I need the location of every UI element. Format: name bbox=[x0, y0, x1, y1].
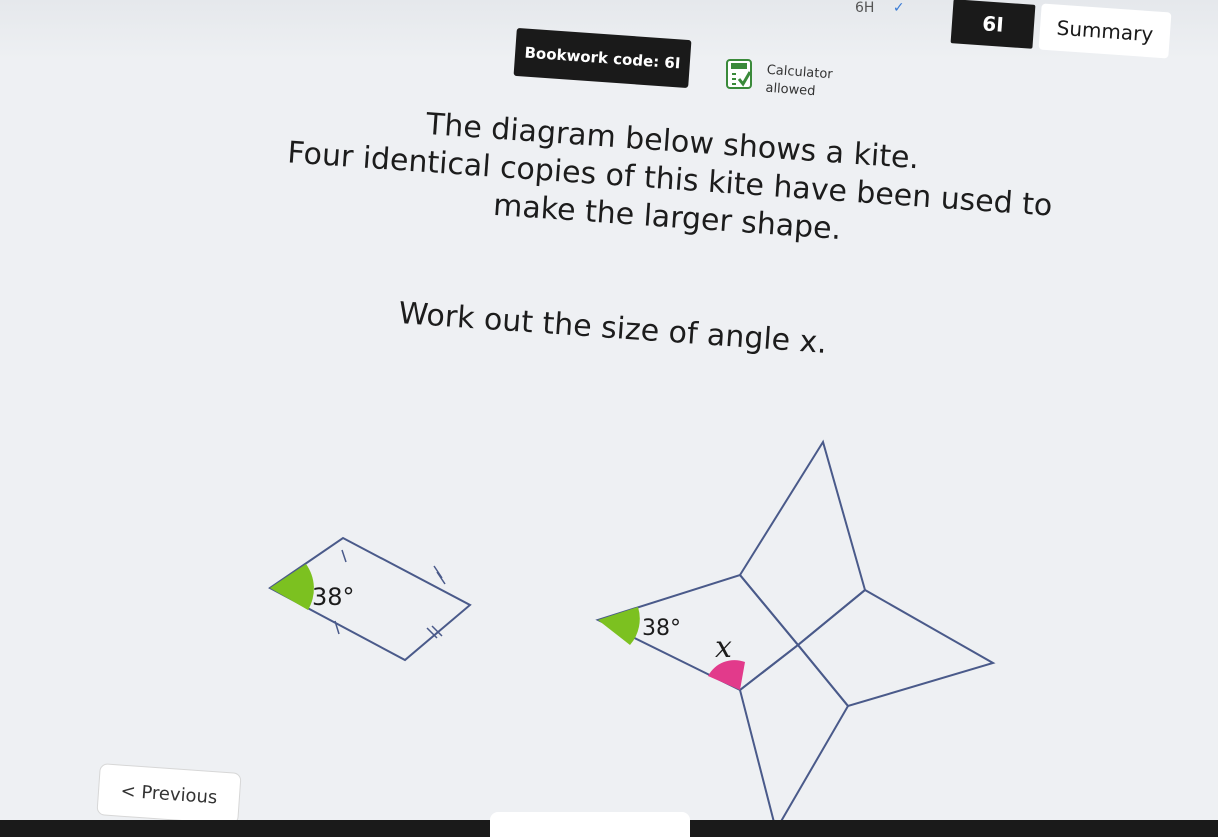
kite-bottom bbox=[738, 643, 850, 833]
kite-top bbox=[738, 439, 867, 647]
large-shape: 38° x bbox=[595, 439, 996, 833]
unknown-angle-label: x bbox=[715, 630, 732, 665]
single-kite: 38° bbox=[268, 536, 472, 662]
shape-angle-label: 38° bbox=[642, 616, 681, 641]
kite-angle-marker bbox=[270, 564, 314, 610]
previous-button[interactable]: < Previous bbox=[96, 763, 242, 825]
kite-right bbox=[796, 588, 996, 708]
video-button[interactable] bbox=[490, 812, 690, 837]
kite-angle-label: 38° bbox=[312, 583, 355, 611]
diagram: 38° 38° x bbox=[268, 439, 996, 833]
previous-button-label: < Previous bbox=[119, 780, 219, 808]
